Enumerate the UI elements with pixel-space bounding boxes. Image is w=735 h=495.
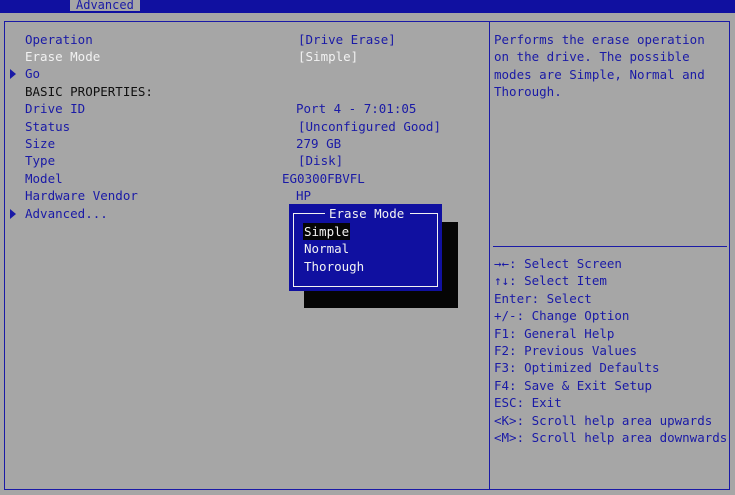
model-label: Model	[25, 171, 63, 186]
help-description: Performs the erase operation on the driv…	[494, 32, 705, 100]
help-divider	[493, 246, 727, 247]
go-item[interactable]: Go	[25, 65, 40, 82]
size-label: Size	[25, 136, 56, 151]
key-save-exit: F4: Save & Exit Setup	[494, 377, 653, 393]
size-value: 279 GB	[296, 136, 342, 151]
operation-label: Operation	[25, 32, 93, 47]
tab-advanced[interactable]: Advanced	[70, 0, 140, 11]
popup-border-top-right	[410, 213, 438, 214]
hardware-vendor-value: HP	[296, 188, 312, 203]
key-general-help: F1: General Help	[494, 325, 615, 341]
key-optimized-defaults: F3: Optimized Defaults	[494, 360, 660, 376]
basic-properties-heading: BASIC PROPERTIES:	[25, 84, 153, 99]
erase-mode-value[interactable]: [Simple]	[298, 48, 358, 65]
submenu-arrow-icon	[10, 209, 16, 219]
type-label: Type	[25, 153, 56, 168]
erase-mode-label[interactable]: Erase Mode	[25, 48, 100, 65]
status-label: Status	[25, 119, 71, 134]
top-menu-bar: Advanced	[0, 0, 735, 13]
popup-title: Erase Mode	[329, 206, 405, 221]
type-value: [Disk]	[298, 153, 344, 168]
option-simple[interactable]: Simple	[303, 223, 351, 241]
key-scroll-up: <K>: Scroll help area upwards	[494, 412, 713, 428]
key-select-item: ↑↓: Select Item	[494, 273, 607, 289]
panel-divider	[489, 21, 490, 490]
erase-mode-popup: Erase Mode Simple Normal Thorough	[289, 204, 442, 291]
key-esc: ESC: Exit	[494, 395, 562, 411]
advanced-item[interactable]: Advanced...	[25, 205, 108, 222]
key-change-option: +/-: Change Option	[494, 308, 630, 324]
hardware-vendor-label: Hardware Vendor	[25, 188, 138, 203]
drive-id-label: Drive ID	[25, 101, 86, 116]
key-scroll-down: <M>: Scroll help area downwards	[494, 429, 728, 445]
key-enter: Enter: Select	[494, 290, 592, 306]
drive-id-value: Port 4 - 7:01:05	[296, 101, 417, 116]
status-value: [Unconfigured Good]	[298, 119, 441, 134]
key-select-screen: →←: Select Screen	[494, 256, 622, 271]
option-normal[interactable]: Normal	[303, 240, 350, 257]
key-legend: →←: Select Screen ↑↓: Select Item Enter:…	[494, 255, 729, 446]
popup-border-top-left	[293, 213, 325, 214]
operation-value[interactable]: [Drive Erase]	[298, 31, 396, 48]
key-previous-values: F2: Previous Values	[494, 342, 637, 358]
submenu-arrow-icon	[10, 69, 16, 79]
model-value: EG0300FBVFL	[282, 171, 365, 186]
option-thorough[interactable]: Thorough	[303, 258, 365, 275]
